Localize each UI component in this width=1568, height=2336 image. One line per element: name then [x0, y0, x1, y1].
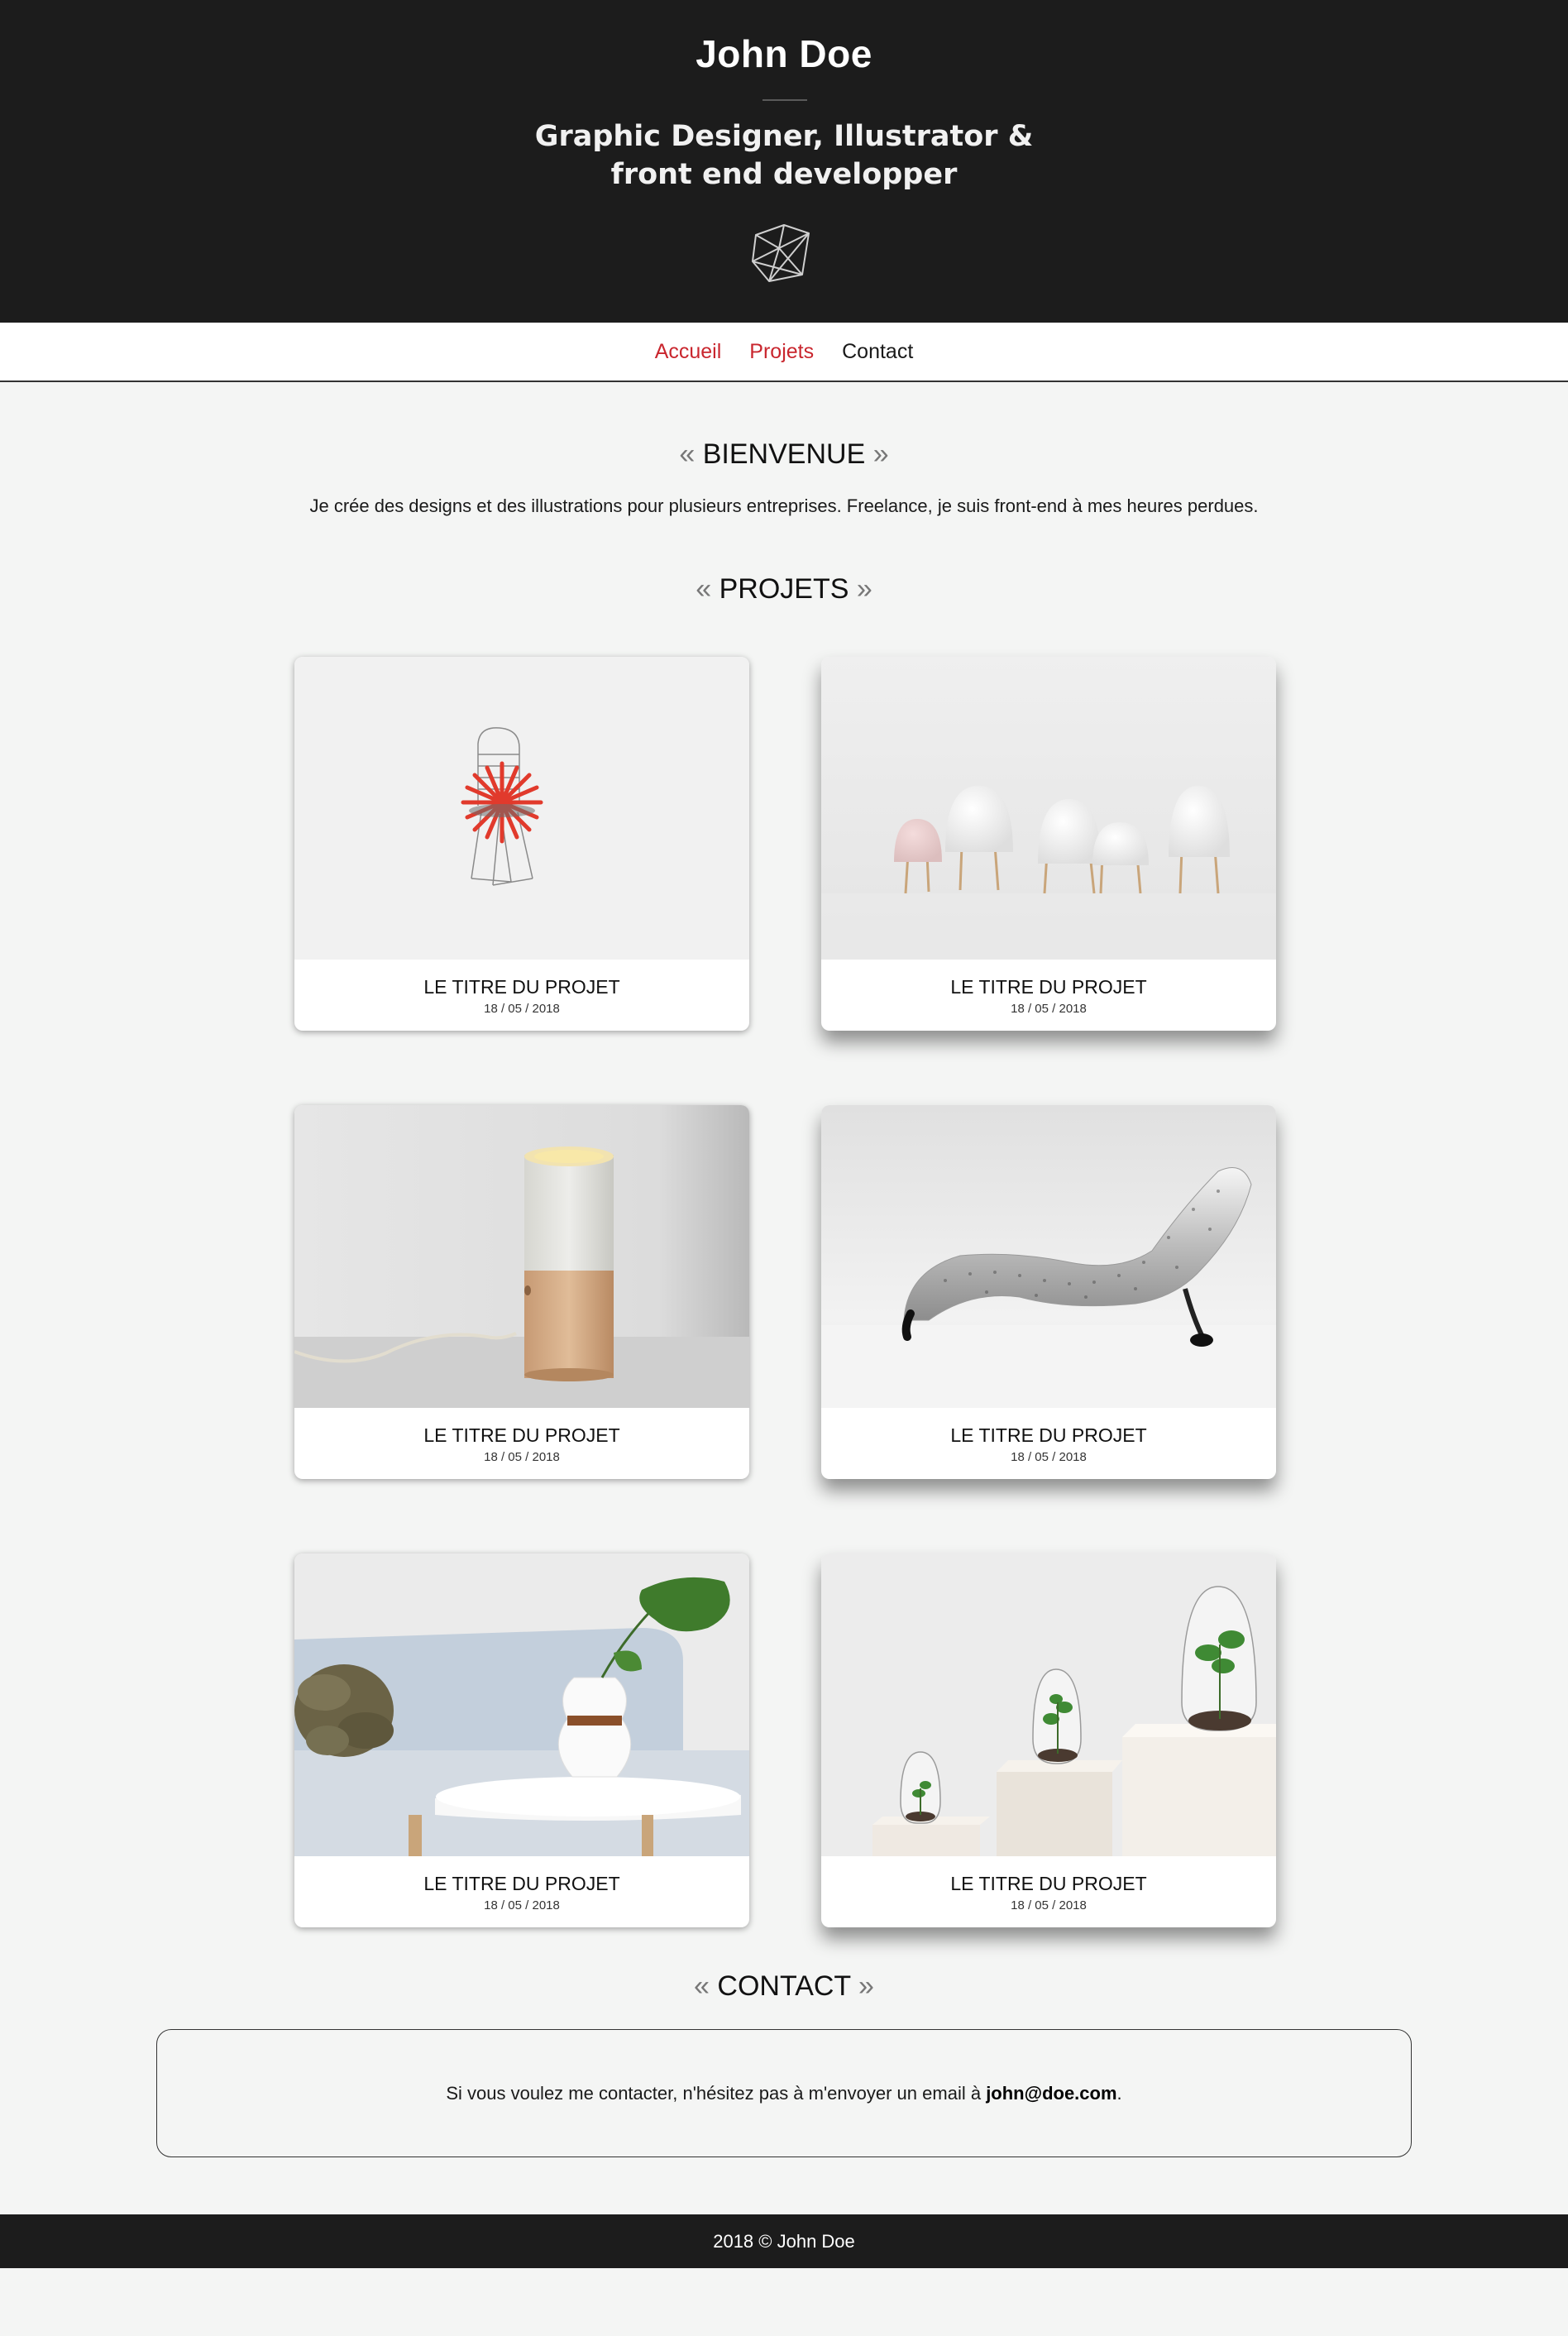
site-header: John Doe Graphic Designer, Illustrator &… — [0, 0, 1568, 323]
nav-link-accueil[interactable]: Accueil — [655, 340, 722, 364]
footer-copyright: 2018 © John Doe — [713, 2230, 855, 2252]
contact-heading: « CONTACT » — [0, 1970, 1568, 2003]
quote-close: » — [858, 1970, 874, 2002]
project-date: 18 / 05 / 2018 — [484, 1002, 560, 1016]
project-image-wooden-lamp[interactable] — [294, 1105, 749, 1408]
polyhedron-logo-icon — [752, 224, 810, 282]
tagline-line-1: Graphic Designer, Illustrator & — [534, 120, 1034, 153]
project-card[interactable]: LE TITRE DU PROJET 18 / 05 / 2018 — [294, 657, 749, 1031]
project-card[interactable]: LE TITRE DU PROJET 18 / 05 / 2018 — [821, 1553, 1276, 1927]
quote-open: « — [696, 573, 712, 605]
welcome-title: BIENVENUE — [702, 438, 866, 470]
welcome-text: Je crée des designs et des illustrations… — [309, 495, 1259, 516]
site-owner-name: John Doe — [696, 32, 872, 75]
contact-text: Si vous voulez me contacter, n'hésitez p… — [446, 2083, 1121, 2104]
project-date: 18 / 05 / 2018 — [1011, 1002, 1087, 1016]
project-title[interactable]: LE TITRE DU PROJET — [821, 1424, 1276, 1447]
projects-heading: « PROJETS » — [0, 573, 1568, 606]
contact-email-link[interactable]: john@doe.com — [986, 2083, 1116, 2104]
quote-close: » — [872, 438, 889, 470]
quote-open: « — [694, 1970, 710, 2002]
site-footer: 2018 © John Doe — [0, 2214, 1568, 2268]
welcome-heading: « BIENVENUE » — [0, 438, 1568, 471]
nav-link-projets[interactable]: Projets — [749, 340, 814, 364]
quote-close: » — [856, 573, 872, 605]
project-title[interactable]: LE TITRE DU PROJET — [294, 1424, 749, 1447]
project-date: 18 / 05 / 2018 — [484, 1450, 560, 1464]
contact-box: Si vous voulez me contacter, n'hésitez p… — [156, 2029, 1412, 2157]
project-date: 18 / 05 / 2018 — [1011, 1898, 1087, 1912]
contact-text-before: Si vous voulez me contacter, n'hésitez p… — [446, 2082, 987, 2104]
project-card[interactable]: LE TITRE DU PROJET 18 / 05 / 2018 — [294, 1105, 749, 1479]
nav-link-contact[interactable]: Contact — [842, 340, 913, 364]
project-image-red-wire-chair[interactable] — [294, 657, 749, 960]
project-image-white-dome-chairs[interactable] — [821, 657, 1276, 960]
project-title[interactable]: LE TITRE DU PROJET — [821, 1873, 1276, 1895]
project-card[interactable]: LE TITRE DU PROJET 18 / 05 / 2018 — [294, 1553, 749, 1927]
project-title[interactable]: LE TITRE DU PROJET — [821, 976, 1276, 998]
project-card[interactable]: LE TITRE DU PROJET 18 / 05 / 2018 — [821, 657, 1276, 1031]
main-nav: Accueil Projets Contact — [0, 323, 1568, 382]
project-image-vase-monstera-sofa[interactable] — [294, 1553, 749, 1856]
site-tagline: Graphic Designer, Illustrator & front en… — [0, 117, 1568, 194]
contact-title: CONTACT — [717, 1970, 851, 2002]
project-date: 18 / 05 / 2018 — [1011, 1450, 1087, 1464]
project-image-glass-terrariums[interactable] — [821, 1553, 1276, 1856]
projects-grid: LE TITRE DU PROJET 18 / 05 / 2018 LE TIT… — [0, 606, 1568, 1970]
project-title[interactable]: LE TITRE DU PROJET — [294, 976, 749, 998]
project-date: 18 / 05 / 2018 — [484, 1898, 560, 1912]
header-divider — [762, 99, 807, 101]
project-image-metal-chaise-longue[interactable] — [821, 1105, 1276, 1408]
contact-text-after: . — [1116, 2082, 1122, 2104]
project-card[interactable]: LE TITRE DU PROJET 18 / 05 / 2018 — [821, 1105, 1276, 1479]
project-title[interactable]: LE TITRE DU PROJET — [294, 1873, 749, 1895]
projects-title: PROJETS — [719, 573, 849, 605]
quote-open: « — [679, 438, 696, 470]
tagline-line-2: front end developper — [610, 158, 958, 191]
